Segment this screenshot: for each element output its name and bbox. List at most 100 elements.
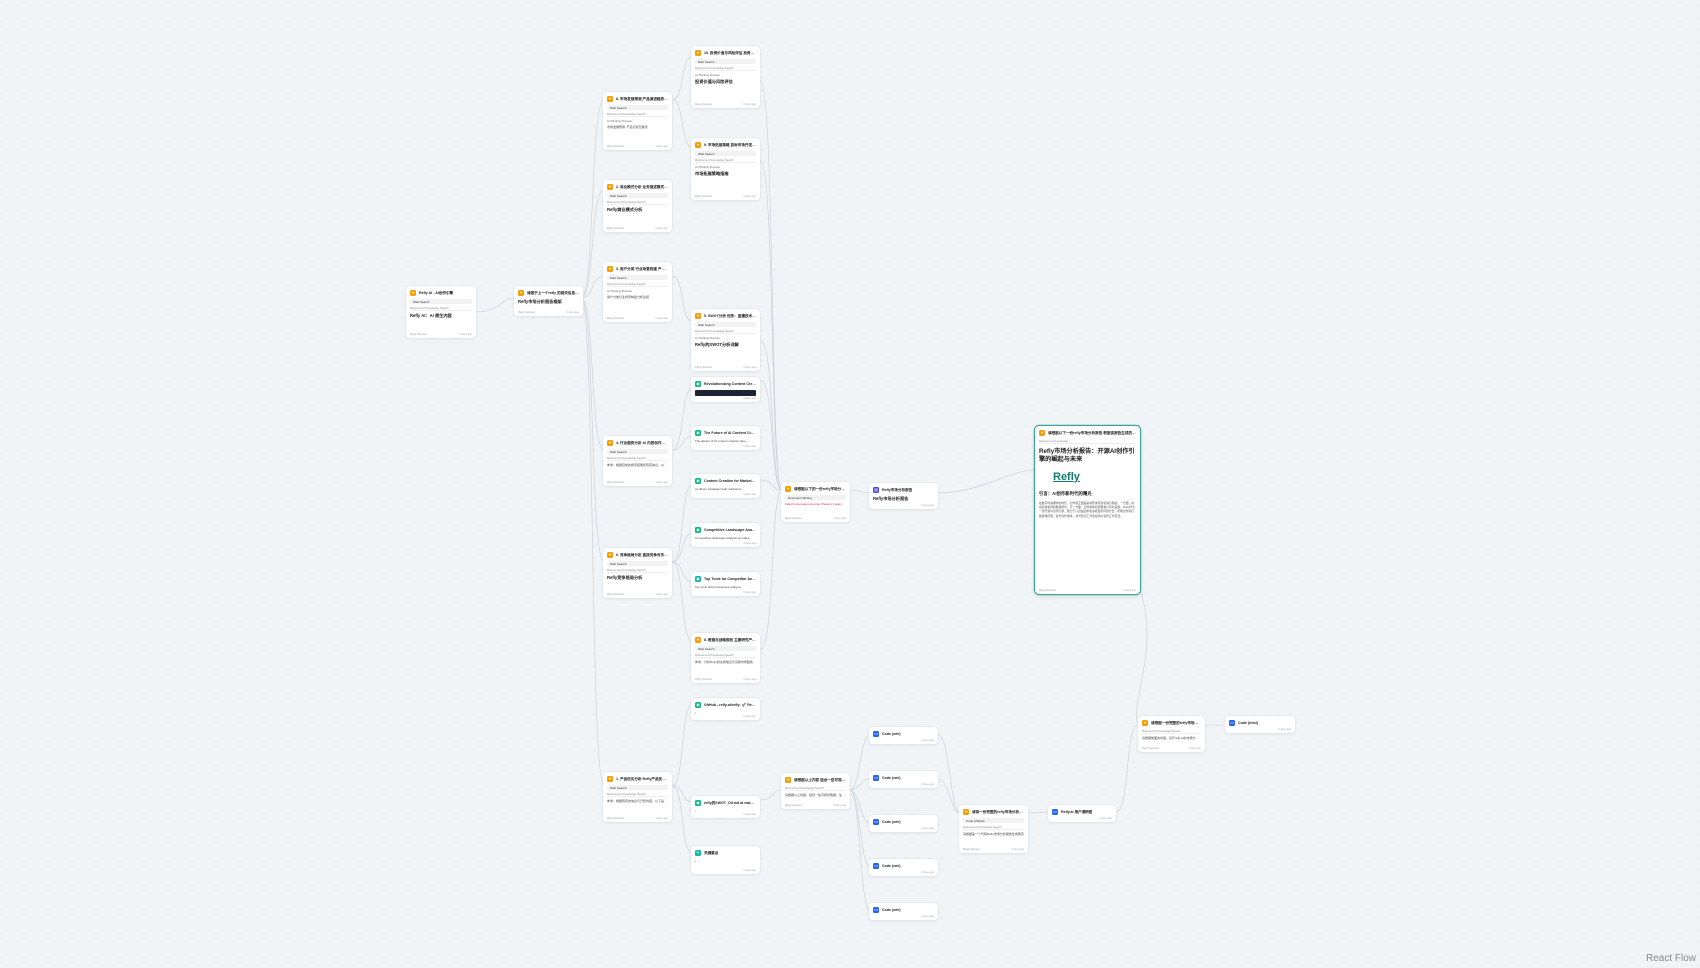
skill-node-risk[interactable]: ✦10. 投资价值与风险评估 投资吸引力… Web Search Referen… bbox=[691, 46, 760, 108]
refs-toggle[interactable]: Referenced Knowledge Search bbox=[607, 200, 668, 205]
node-text: Top tools help businesses analyze… bbox=[695, 585, 744, 589]
resource-node-1[interactable]: ◉ Revolutionizing Content Creati… 3 days … bbox=[691, 377, 760, 402]
code-icon: <> bbox=[873, 775, 879, 781]
refs-toggle[interactable]: Referenced Knowledge Search bbox=[695, 66, 756, 71]
skill-icon: ✦ bbox=[785, 486, 791, 492]
skill-icon: ✦ bbox=[1142, 720, 1148, 726]
skill-node-market-expansion[interactable]: ✦9. 市场拓展策略 目标市场开发战略… Web Search Referenc… bbox=[691, 138, 760, 200]
refs-toggle[interactable]: Referenced Knowledge Search bbox=[607, 282, 668, 287]
web-search-chip[interactable]: Web Search bbox=[695, 151, 756, 156]
refs-toggle[interactable]: Referenced Knowledge Search bbox=[607, 112, 668, 117]
skill-node-swot[interactable]: ✦ 5. SWOT分析 优势：直播技术… Web Search Reference… bbox=[691, 309, 760, 371]
node-heading: Refly的SWOT分析详解 bbox=[695, 342, 739, 347]
web-search-chip[interactable]: Web Search bbox=[695, 646, 756, 651]
memo-node[interactable]: ✎ 关键要点 • … 3 days ago bbox=[691, 846, 760, 874]
resource-node-3[interactable]: ◉ Content Creation for Marketers… AI-driv… bbox=[691, 474, 760, 498]
node-text: 参考：分析Refly的关键信息与当前市场趋势，以下… bbox=[695, 660, 756, 664]
skill-node-business[interactable]: ✦2. 商业模式分析 业务描述模式 （优… Web Search Referen… bbox=[603, 180, 672, 232]
code-node-final[interactable]: <> Code (html) 3 days ago bbox=[1225, 716, 1295, 733]
skill-node-final[interactable]: ✦请根据一份完整的refly市场分析报告… Referenced Knowled… bbox=[1138, 716, 1205, 752]
error-message: Failed to generate response. Please try … bbox=[785, 502, 843, 506]
refs-toggle[interactable]: Referenced Knowledge Search bbox=[1142, 729, 1201, 734]
skill-icon: ✦ bbox=[607, 184, 613, 190]
refs-toggle[interactable]: Referenced Knowledge Search bbox=[963, 825, 1024, 830]
section-heading: 引言：AI创作新时代的曙光 bbox=[1039, 491, 1092, 496]
web-search-chip[interactable]: Web Search bbox=[607, 105, 668, 110]
node-heading: Refly市场分析报告框架 bbox=[518, 299, 562, 304]
skill-icon: ✦ bbox=[695, 50, 701, 56]
node-text: 请根据第一个代码Refly市场分析报告生成网页 bbox=[963, 832, 1024, 836]
document-paragraph: 在数字内容爆炸的时代，创作者正面临着前所未有的机遇与挑战。一方面，内容需求呈现指… bbox=[1039, 501, 1135, 518]
thinking-toggle[interactable]: AI Thinking Process bbox=[695, 73, 756, 77]
web-resource-icon: ◉ bbox=[695, 576, 701, 582]
code-node-1[interactable]: <> Code (xml) 3 days ago bbox=[869, 727, 938, 744]
web-resource-icon: ◉ bbox=[695, 800, 701, 806]
web-search-chip[interactable]: Web Search bbox=[695, 322, 756, 327]
refs-toggle[interactable]: Referenced Knowledge Search bbox=[695, 158, 756, 163]
resource-node-wiki[interactable]: ◉ refly的SWOT_Oil.md at main … ⁝ 3 days ag… bbox=[691, 796, 760, 818]
thinking-toggle[interactable]: AI Thinking Process bbox=[607, 289, 668, 293]
thinking-toggle[interactable]: AI Thinking Process bbox=[607, 119, 668, 123]
artifact-node[interactable]: <> Refly.ai 用户调研图 3 days ago bbox=[1048, 805, 1116, 822]
skill-icon: ✦ bbox=[963, 809, 969, 815]
node-text: 请根据前面的内容，基于refly.ai的市场分析报告，生成… bbox=[1142, 736, 1201, 740]
framework-node[interactable]: ✦ 请基于上一个refly 的相关信息… Refly市场分析报告框架 Reply … bbox=[514, 286, 583, 316]
thinking-toggle[interactable]: AI Thinking Process bbox=[695, 165, 756, 169]
code-icon: <> bbox=[873, 819, 879, 825]
web-search-chip[interactable]: Web Search bbox=[607, 449, 668, 454]
code-artifacts-chip[interactable]: Code Artifacts bbox=[963, 818, 1024, 823]
web-resource-icon: ◉ bbox=[695, 478, 701, 484]
skill-node-summarize[interactable]: ✦请将一份完整的refly市场分析报告整理… Code Artifacts Re… bbox=[959, 805, 1028, 853]
code-node-2[interactable]: <> Code (xml) 3 days ago bbox=[869, 771, 938, 788]
refs-toggle[interactable]: Referenced Knowledge Search bbox=[695, 653, 756, 658]
thinking-toggle[interactable]: AI Thinking Process bbox=[695, 336, 756, 340]
document-node-report[interactable]: ▤ Refly市场分析报告 Refly市场分析报告 3 days ago bbox=[869, 483, 938, 509]
refs-toggle[interactable]: Referenced Knowledge Search bbox=[410, 306, 472, 311]
resource-node-4[interactable]: ◉ Competitive Landscape Analy… Competitiv… bbox=[691, 523, 760, 547]
web-resource-icon: ◉ bbox=[695, 381, 701, 387]
document-icon: ▤ bbox=[873, 487, 879, 493]
code-node-5[interactable]: <> Code (xml) 3 days ago bbox=[869, 903, 938, 920]
code-node-4[interactable]: <> Code (xml) 3 days ago bbox=[869, 859, 938, 876]
skill-icon: ✦ bbox=[695, 637, 701, 643]
skill-node-plan[interactable]: ✦请根据以上内容 结合一些可视化数据… Referenced Knowledge… bbox=[781, 773, 850, 809]
node-text: 参考：根据目前的搜索结果和现有信息，以下是… bbox=[607, 463, 668, 467]
refs-toggle[interactable]: Referenced Knowledge Search bbox=[695, 329, 756, 334]
resource-node-2[interactable]: ◉ The Future of AI Content Creati… The ad… bbox=[691, 426, 760, 450]
node-text: AI-driven strategies help marketers… bbox=[695, 487, 745, 491]
skill-node-product[interactable]: ✦ 1. 产品优劣分析 Refly产品优势… Web Search Referen… bbox=[603, 772, 672, 822]
web-search-chip[interactable]: Web Search bbox=[695, 59, 756, 64]
node-heading: Refly市场分析报告 bbox=[873, 496, 909, 501]
refly-logo[interactable]: Refly bbox=[1053, 471, 1136, 483]
memo-icon: ✎ bbox=[695, 850, 701, 856]
skill-icon: ✦ bbox=[785, 777, 791, 783]
web-search-chip[interactable]: Web Search bbox=[607, 275, 668, 280]
web-search-chip[interactable]: Web Search bbox=[410, 299, 472, 304]
skill-node-user[interactable]: ✦ 3. 用户分类 行业场景构建 产品分… Web Search Referenc… bbox=[603, 262, 672, 322]
document-node-selected[interactable]: ✦请根据以下一份refly市场分析报告 根据该报告生成的 所引导… Refere… bbox=[1035, 426, 1140, 594]
refs-toggle[interactable]: Referenced Knowledge Search bbox=[785, 786, 846, 791]
refs-toggle[interactable]: Referenced Knowledge Search bbox=[607, 792, 668, 797]
refs-toggle[interactable]: Referenced Knowledge Search bbox=[607, 568, 668, 573]
skill-node-generate[interactable]: ✦请根据以下的一份refly市场分析报告… Document Writing F… bbox=[781, 482, 850, 522]
refs-toggle[interactable]: Referenced Knowledge Search bbox=[607, 456, 668, 461]
skill-icon: ✦ bbox=[695, 142, 701, 148]
skill-node-future[interactable]: ✦8. 数据与战略规划 主要研究产品发展… Web Search Referen… bbox=[691, 633, 760, 683]
web-search-chip[interactable]: Web Search bbox=[607, 785, 668, 790]
react-flow-attribution[interactable]: React Flow bbox=[1646, 953, 1696, 964]
skill-node-market-forecast[interactable]: ✦ 8. 市场发展预测 产品演进趋势 … Web Search Reference… bbox=[603, 92, 672, 150]
document-writing-chip[interactable]: Document Writing bbox=[785, 495, 846, 500]
code-node-3[interactable]: <> Code (xml) 3 days ago bbox=[869, 815, 938, 832]
skill-icon: ✦ bbox=[518, 290, 524, 296]
resource-node-github[interactable]: ◉ GitHub - refly-ai/refly: 🚀 Refly… ⁝ 3 d… bbox=[691, 698, 760, 720]
skill-node-industry[interactable]: ✦ 4. 行业趋势分析 AI 内容创作工具… Web Search Referen… bbox=[603, 436, 672, 486]
web-search-chip[interactable]: Web Search bbox=[607, 193, 668, 198]
refs-toggle[interactable]: Referenced Knowledge bbox=[1039, 439, 1136, 444]
resource-node-5[interactable]: ◉ Top Tools for Competitor Anal… Top tool… bbox=[691, 572, 760, 596]
web-resource-icon: ◉ bbox=[695, 527, 701, 533]
web-search-chip[interactable]: Web Search bbox=[607, 561, 668, 566]
web-resource-icon: ◉ bbox=[695, 430, 701, 436]
root-node[interactable]: ✦ Refly AI - AI创作引擎 Web Search Referenced… bbox=[406, 286, 476, 338]
skill-icon: ✦ bbox=[607, 776, 613, 782]
skill-node-compete[interactable]: ✦ 6. 竞争格局分析 直接竞争对手 … Web Search Reference… bbox=[603, 548, 672, 598]
